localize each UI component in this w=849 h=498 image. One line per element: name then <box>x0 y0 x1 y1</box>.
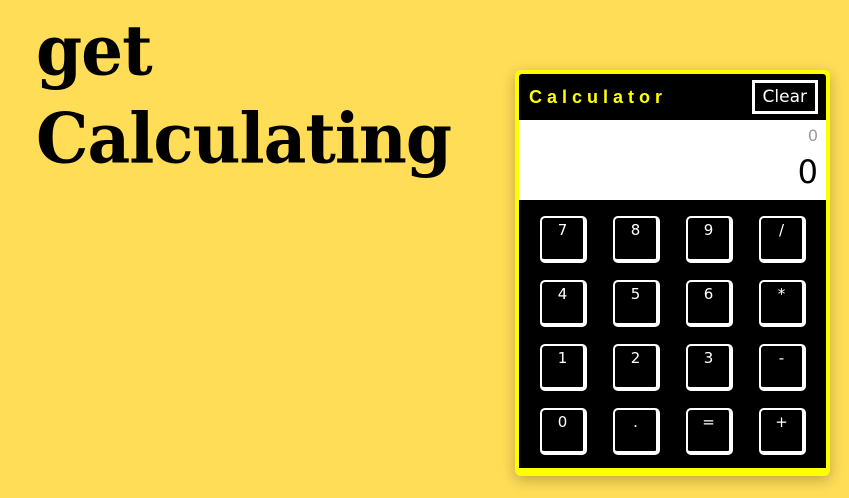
headline-line-1: get <box>36 9 153 92</box>
calculator-display: 0 0 <box>519 120 826 200</box>
key-5[interactable]: 5 <box>613 280 660 327</box>
key-8[interactable]: 8 <box>613 216 660 263</box>
calculator-title: Calculator <box>529 86 668 107</box>
calculator: Calculator Clear 0 0 7 8 9 / 4 5 6 * 1 2… <box>515 70 830 476</box>
key-7[interactable]: 7 <box>540 216 587 263</box>
key-1[interactable]: 1 <box>540 344 587 391</box>
clear-button[interactable]: Clear <box>751 80 818 114</box>
key-multiply[interactable]: * <box>759 280 806 327</box>
key-0[interactable]: 0 <box>540 408 587 455</box>
key-equals[interactable]: = <box>686 408 733 455</box>
key-divide[interactable]: / <box>759 216 806 263</box>
page-headline: get Calculating <box>36 6 452 182</box>
key-9[interactable]: 9 <box>686 216 733 263</box>
keypad: 7 8 9 / 4 5 6 * 1 2 3 - 0 . = + <box>519 200 826 468</box>
key-6[interactable]: 6 <box>686 280 733 327</box>
key-4[interactable]: 4 <box>540 280 587 327</box>
current-value: 0 <box>797 153 818 191</box>
headline-line-2: Calculating <box>36 97 452 180</box>
key-2[interactable]: 2 <box>613 344 660 391</box>
key-3[interactable]: 3 <box>686 344 733 391</box>
previous-value: 0 <box>807 126 818 145</box>
key-add[interactable]: + <box>759 408 806 455</box>
key-subtract[interactable]: - <box>759 344 806 391</box>
key-decimal[interactable]: . <box>613 408 660 455</box>
calculator-header: Calculator Clear <box>519 74 826 120</box>
